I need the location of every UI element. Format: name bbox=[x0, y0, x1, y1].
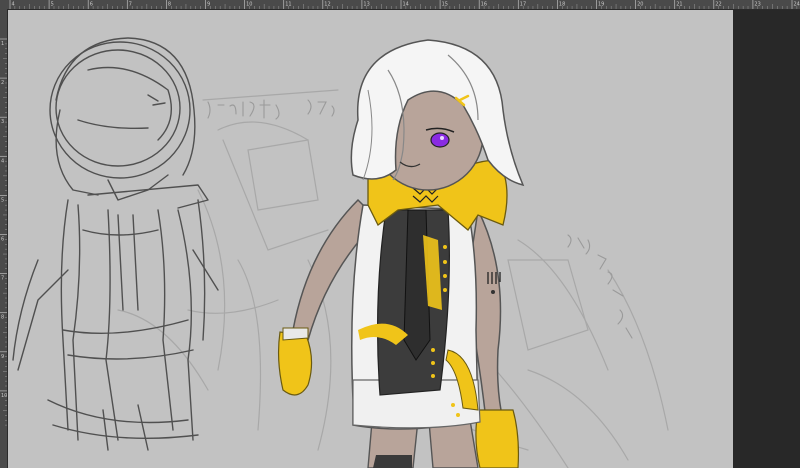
ruler-label: 7 bbox=[1, 276, 4, 282]
ruler-label: 5 bbox=[1, 197, 4, 203]
ruler-label: 10 bbox=[1, 393, 7, 399]
ruler-label: 11 bbox=[285, 2, 291, 8]
purple-eye bbox=[430, 132, 450, 148]
vertical-ruler-ticks: 1 2 3 4 5 6 7 8 9 10 bbox=[0, 38, 7, 426]
ruler-label: 9 bbox=[207, 2, 210, 8]
ruler-label: 21 bbox=[676, 2, 682, 8]
ruler-label: 1 bbox=[1, 41, 4, 47]
ruler-label: 10 bbox=[246, 2, 252, 8]
ruler-label: 9 bbox=[1, 354, 4, 360]
ruler-label: 22 bbox=[715, 2, 721, 8]
ruler-label: 19 bbox=[598, 2, 604, 8]
document-canvas[interactable] bbox=[8, 10, 733, 468]
ruler-label: 4 bbox=[1, 158, 4, 164]
ruler-label: 5 bbox=[51, 2, 54, 8]
ruler-label: 6 bbox=[1, 237, 4, 243]
ruler-label: 12 bbox=[324, 2, 330, 8]
ruler-label: 18 bbox=[559, 2, 565, 8]
ruler-label: 2 bbox=[1, 80, 4, 86]
ruler-label: 6 bbox=[90, 2, 93, 8]
ruler-label: 16 bbox=[481, 2, 487, 8]
ruler-label: 7 bbox=[129, 2, 132, 8]
ruler-label: 4 bbox=[12, 2, 15, 8]
ruler-label: 3 bbox=[1, 119, 4, 125]
ruler-label: 17 bbox=[520, 2, 526, 8]
pasteboard-area bbox=[733, 10, 800, 468]
sketch-artwork bbox=[12, 37, 669, 468]
vertical-ruler[interactable]: 1 2 3 4 5 6 7 8 9 10 bbox=[0, 9, 8, 468]
horizontal-ruler-ticks: 4 5 6 7 8 9 10 11 12 13 14 15 16 17 18 19 20 21 22 23 24 bbox=[9, 0, 800, 9]
ruler-label: 8 bbox=[1, 315, 4, 321]
ruler-label: 14 bbox=[403, 2, 409, 8]
ruler-label: 20 bbox=[637, 2, 643, 8]
right-character-colored bbox=[277, 39, 525, 468]
horizontal-ruler[interactable]: 4 5 6 7 8 9 10 11 12 13 14 15 16 17 18 19 20 21 22 23 24 bbox=[0, 0, 800, 10]
ruler-label: 8 bbox=[168, 2, 171, 8]
ruler-label: 23 bbox=[754, 2, 760, 8]
ruler-label: 24 bbox=[794, 2, 800, 8]
ruler-label: 15 bbox=[442, 2, 448, 8]
ruler-label: 13 bbox=[363, 2, 369, 8]
left-character-sketch bbox=[12, 37, 219, 451]
